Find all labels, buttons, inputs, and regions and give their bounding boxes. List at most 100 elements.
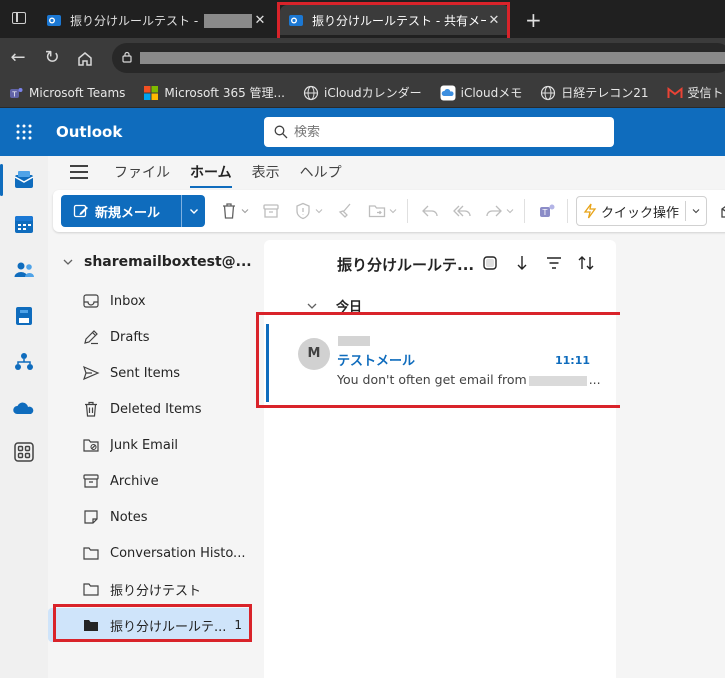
new-mail-dropdown[interactable]: [181, 195, 205, 227]
calendar-icon[interactable]: [12, 212, 36, 236]
onedrive-icon[interactable]: [12, 396, 36, 420]
filter-icon[interactable]: [545, 254, 563, 272]
folder-sort-test[interactable]: 振り分けテスト: [48, 572, 252, 606]
tab-file[interactable]: ファイル: [114, 158, 170, 186]
folder-icon: [83, 583, 99, 596]
search-box[interactable]: [264, 117, 614, 147]
report-shield-icon[interactable]: [293, 201, 313, 221]
tasks-icon[interactable]: [12, 304, 36, 328]
folder-notes[interactable]: Notes: [48, 500, 252, 534]
folder-inbox[interactable]: Inbox: [48, 284, 252, 318]
bookmark-m365[interactable]: Microsoft 365 管理...: [143, 84, 285, 101]
split-divider: [685, 201, 687, 221]
new-tab-icon[interactable]: +: [525, 8, 542, 32]
ribbon-toolbar: 新規メール T クイック操作: [53, 190, 725, 232]
forward-icon[interactable]: [484, 201, 504, 221]
tab-help[interactable]: ヘルプ: [300, 158, 342, 186]
chevron-down-icon[interactable]: [315, 207, 323, 215]
bookmark-icloud-notes[interactable]: iCloudメモ: [440, 84, 523, 101]
address-bar-row: ← ↻: [0, 38, 725, 78]
svg-text:T: T: [11, 90, 17, 98]
tab-view[interactable]: 表示: [252, 158, 280, 186]
account-header[interactable]: sharemailboxtest@...: [62, 254, 252, 270]
active-app-indicator: [0, 164, 3, 196]
archive-icon[interactable]: [261, 201, 281, 221]
folder-icon: [83, 547, 99, 560]
globe-icon: [303, 85, 319, 100]
bookmark-label: iCloudカレンダー: [324, 86, 422, 100]
redacted-url: [140, 52, 725, 64]
bookmark-label: Microsoft 365 管理...: [164, 86, 285, 100]
quick-steps-button[interactable]: クイック操作: [576, 196, 708, 226]
chevron-down-icon[interactable]: [506, 207, 514, 215]
folder-label: Sent Items: [110, 365, 181, 381]
folder-junk-email[interactable]: Junk Email: [48, 428, 252, 462]
bookmark-teams[interactable]: T Microsoft Teams: [8, 85, 125, 101]
bookmark-label: iCloudメモ: [460, 86, 523, 100]
sort-icon[interactable]: [577, 254, 595, 272]
teams-share-icon[interactable]: T: [537, 201, 557, 221]
lightning-icon: [583, 203, 597, 219]
drafts-icon: [84, 330, 98, 345]
folder-label: Deleted Items: [110, 401, 202, 417]
archive-icon: [83, 474, 99, 488]
folder-label: Conversation Histo...: [110, 545, 246, 561]
reply-icon[interactable]: [420, 201, 440, 221]
compose-icon: [73, 204, 88, 218]
mail-icon[interactable]: [12, 168, 36, 192]
folder-drafts[interactable]: Drafts: [48, 320, 252, 354]
browser-tab-1[interactable]: 振り分けルールテスト - - O ✕: [38, 5, 276, 35]
toolbar-divider: [567, 199, 568, 223]
outlook-favicon-icon: [47, 15, 61, 26]
sweep-icon[interactable]: [335, 201, 355, 221]
account-name: sharemailboxtest@...: [84, 254, 252, 270]
select-icon[interactable]: [481, 254, 499, 272]
bookmark-icloud-calendar[interactable]: iCloudカレンダー: [303, 84, 422, 101]
notes-icon: [84, 510, 98, 524]
bookmark-gmail[interactable]: 受信トレイ (5) - m.go: [667, 84, 725, 101]
chevron-down-icon: [63, 259, 73, 265]
org-explorer-icon[interactable]: [12, 350, 36, 374]
chevron-down-icon[interactable]: [389, 207, 397, 215]
bookmark-nikkei[interactable]: 日経テレコン21: [540, 84, 649, 101]
reading-pane: [620, 240, 725, 678]
envelope-open-icon[interactable]: [719, 201, 725, 221]
window-menu-icon[interactable]: [12, 12, 26, 24]
folder-conversation-history[interactable]: Conversation Histo...: [48, 536, 252, 570]
tab-home[interactable]: ホーム: [190, 158, 232, 188]
ribbon-tabs: ファイル ホーム 表示 ヘルプ: [48, 156, 725, 188]
back-icon[interactable]: ←: [6, 46, 30, 70]
search-input[interactable]: [294, 124, 594, 140]
people-icon[interactable]: [12, 258, 36, 282]
folder-archive[interactable]: Archive: [48, 464, 252, 498]
app-rail: [0, 156, 48, 678]
junk-icon: [83, 439, 99, 452]
more-apps-icon[interactable]: [12, 440, 36, 464]
bookmarks-bar: T Microsoft Teams Microsoft 365 管理... iC…: [0, 78, 725, 108]
folder-label: Junk Email: [110, 437, 179, 453]
reply-all-icon[interactable]: [452, 201, 472, 221]
chevron-down-icon[interactable]: [692, 207, 700, 215]
hamburger-menu-icon[interactable]: [70, 165, 88, 179]
jump-down-icon[interactable]: [513, 254, 531, 272]
icloud-icon: [440, 85, 456, 100]
delete-icon[interactable]: [219, 201, 239, 221]
inbox-icon: [83, 294, 99, 308]
url-field[interactable]: [112, 43, 725, 73]
chevron-down-icon[interactable]: [241, 207, 249, 215]
new-mail-button[interactable]: 新規メール: [61, 195, 181, 227]
lock-icon: [122, 51, 132, 63]
move-to-folder-icon[interactable]: [367, 201, 387, 221]
home-icon[interactable]: [76, 50, 94, 68]
close-tab-icon[interactable]: ✕: [252, 13, 268, 28]
folder-label: 振り分けテスト: [110, 583, 202, 599]
folder-sent-items[interactable]: Sent Items: [48, 356, 252, 390]
folder-deleted-items[interactable]: Deleted Items: [48, 392, 252, 426]
reload-icon[interactable]: ↻: [40, 46, 64, 70]
toolbar-divider: [524, 199, 525, 223]
quick-steps-label: クイック操作: [601, 205, 680, 221]
highlight-box-message: [256, 312, 625, 408]
svg-text:T: T: [542, 208, 548, 217]
app-title[interactable]: Outlook: [56, 123, 122, 141]
app-launcher-icon[interactable]: [16, 124, 32, 140]
